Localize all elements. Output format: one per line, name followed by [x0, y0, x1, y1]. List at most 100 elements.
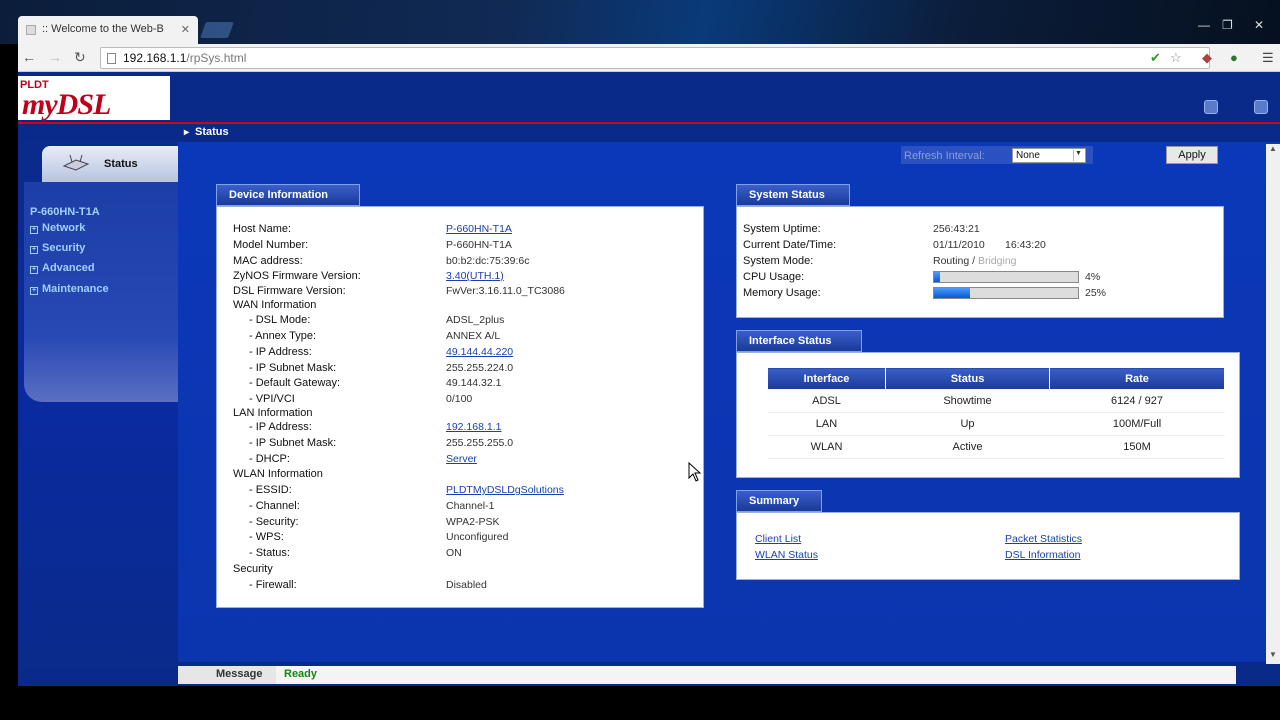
apply-button[interactable]: Apply	[1166, 146, 1218, 164]
device-info-link[interactable]: Server	[446, 453, 477, 465]
uptime-label: System Uptime:	[743, 223, 821, 235]
device-info-label: - Security:	[249, 516, 299, 528]
address-bar[interactable]: 192.168.1.1/rpSys.html	[100, 47, 1210, 69]
device-info-value: Unconfigured	[446, 531, 509, 543]
cpu-usage-label: CPU Usage:	[743, 271, 805, 283]
sidebar-tab-status[interactable]: Status	[42, 146, 178, 182]
logo-mydsl: myDSL	[22, 88, 111, 121]
interface-table: Interface Status Rate ADSL Showtime 6124 /…	[767, 367, 1225, 459]
table-cell: 6124 / 927	[1049, 389, 1225, 413]
expand-icon: +	[30, 246, 38, 254]
reload-icon[interactable]: ↻	[74, 49, 86, 66]
table-cell: 150M	[1049, 435, 1225, 459]
sidebar-item-advanced[interactable]: + Advanced	[30, 262, 95, 274]
device-info-label: - VPI/VCI	[249, 393, 295, 405]
date-value: 01/11/2010	[933, 239, 985, 251]
packet-statistics-link[interactable]: Packet Statistics	[1005, 533, 1082, 545]
device-info-value: P-660HN-T1A	[446, 239, 512, 251]
new-tab-button[interactable]	[200, 22, 234, 38]
device-info-value: 255.255.255.0	[446, 437, 514, 449]
refresh-interval-value: None	[1016, 150, 1040, 161]
table-cell: Up	[885, 412, 1050, 436]
device-info-link[interactable]: 192.168.1.1	[446, 421, 501, 433]
client-list-link[interactable]: Client List	[755, 533, 801, 545]
close-tab-icon[interactable]: ✕	[181, 23, 190, 36]
router-page: PLDT myDSL ▸ Status Status P-660HN-T1A + N…	[18, 72, 1280, 686]
device-info-label: - Channel:	[249, 500, 300, 512]
device-info-label: LAN Information	[233, 407, 313, 419]
secure-check-icon[interactable]: ✔	[1150, 50, 1161, 66]
device-info-link[interactable]: 49.144.44.220	[446, 346, 513, 358]
sidebar-item-security[interactable]: + Security	[30, 242, 85, 254]
device-info-value: 49.144.32.1	[446, 377, 502, 389]
table-cell: WLAN	[767, 435, 886, 459]
device-info-label: - IP Subnet Mask:	[249, 437, 337, 449]
browser-tab[interactable]: :: Welcome to the Web-B ✕	[18, 16, 198, 44]
sidebar-item-label: Security	[42, 242, 86, 254]
extension-icon[interactable]: ◆	[1202, 50, 1212, 66]
device-info-link[interactable]: PLDTMyDSLDgSolutions	[446, 484, 564, 496]
wizard-icon[interactable]	[1204, 100, 1218, 114]
tab-title: :: Welcome to the Web-B	[42, 23, 164, 35]
scroll-down-icon[interactable]: ▼	[1266, 650, 1280, 664]
sidebar-item-label: Network	[42, 222, 86, 234]
url-path: /rpSys.html	[186, 51, 247, 65]
device-info-label: Model Number:	[233, 239, 309, 251]
page-header: PLDT myDSL	[18, 72, 1280, 122]
model-name: P-660HN-T1A	[30, 206, 100, 218]
summary-title: Summary	[736, 490, 822, 512]
wlan-status-link[interactable]: WLAN Status	[755, 549, 818, 561]
column-header-interface: Interface	[767, 367, 886, 390]
device-info-value: 0/100	[446, 393, 473, 405]
router-icon	[62, 154, 90, 171]
interface-status-title: Interface Status	[736, 330, 862, 352]
device-info-title: Device Information	[216, 184, 360, 206]
restore-icon[interactable]: ❐	[1222, 18, 1233, 32]
device-info-label: MAC address:	[233, 255, 303, 267]
device-info-label: - WPS:	[249, 531, 284, 543]
message-label: Message	[178, 666, 276, 684]
memory-usage-value: 25%	[1085, 287, 1107, 299]
page-scrollbar[interactable]: ▲ ▼	[1266, 144, 1280, 664]
refresh-interval-select[interactable]: None ▼	[1012, 148, 1086, 163]
device-info-label: WLAN Information	[233, 468, 323, 480]
back-icon[interactable]: ←	[22, 49, 36, 65]
device-info-value: FwVer:3.16.11.0_TC3086	[446, 285, 565, 297]
forward-icon[interactable]: →	[48, 49, 62, 65]
profile-icon[interactable]: ●	[1230, 50, 1238, 65]
dsl-information-link[interactable]: DSL Information	[1005, 549, 1080, 561]
browser-titlebar: :: Welcome to the Web-B ✕ — ❐ ✕	[0, 0, 1280, 44]
device-info-label: - Firewall:	[249, 579, 297, 591]
device-info-label: - IP Address:	[249, 421, 312, 433]
sidebar-tab-label: Status	[104, 158, 138, 170]
menu-icon[interactable]: ☰	[1262, 50, 1274, 66]
table-cell: 100M/Full	[1049, 412, 1225, 436]
datetime-label: Current Date/Time:	[743, 239, 837, 251]
bookmark-star-icon[interactable]: ☆	[1170, 50, 1182, 66]
device-info-label: Host Name:	[233, 223, 292, 235]
chevron-down-icon: ▼	[1073, 150, 1083, 161]
refresh-interval-label: Refresh Interval:	[904, 150, 985, 162]
system-mode-value: Routing / Bridging	[933, 255, 1017, 267]
device-info-value: ON	[446, 547, 462, 559]
table-row: WLAN Active 150M	[767, 435, 1225, 459]
main-content: Refresh Interval: None ▼ Apply Device In…	[178, 142, 1280, 662]
device-info-link[interactable]: P-660HN-T1A	[446, 223, 512, 235]
sidebar-item-maintenance[interactable]: + Maintenance	[30, 283, 109, 295]
device-info-label: - Annex Type:	[249, 330, 317, 342]
window-close-icon[interactable]: ✕	[1254, 18, 1264, 32]
breadcrumb: ▸ Status	[178, 124, 1280, 142]
mouse-cursor-icon	[688, 462, 702, 482]
device-info-label: - DHCP:	[249, 453, 290, 465]
logout-icon[interactable]	[1254, 100, 1268, 114]
cpu-usage-value: 4%	[1085, 271, 1101, 283]
table-row: ADSL Showtime 6124 / 927	[767, 389, 1225, 413]
uptime-value: 256:43:21	[933, 223, 980, 235]
minimize-icon[interactable]: —	[1198, 18, 1210, 32]
device-info-link[interactable]: 3.40(UTH.1)	[446, 270, 504, 282]
browser-toolbar: ← → ↻ 192.168.1.1/rpSys.html ✔ ☆ ◆ ● ☰	[18, 44, 1280, 72]
sidebar-item-network[interactable]: + Network	[30, 222, 85, 234]
system-status-title: System Status	[736, 184, 850, 206]
scroll-up-icon[interactable]: ▲	[1266, 144, 1280, 158]
device-info-label: Security	[233, 563, 273, 575]
